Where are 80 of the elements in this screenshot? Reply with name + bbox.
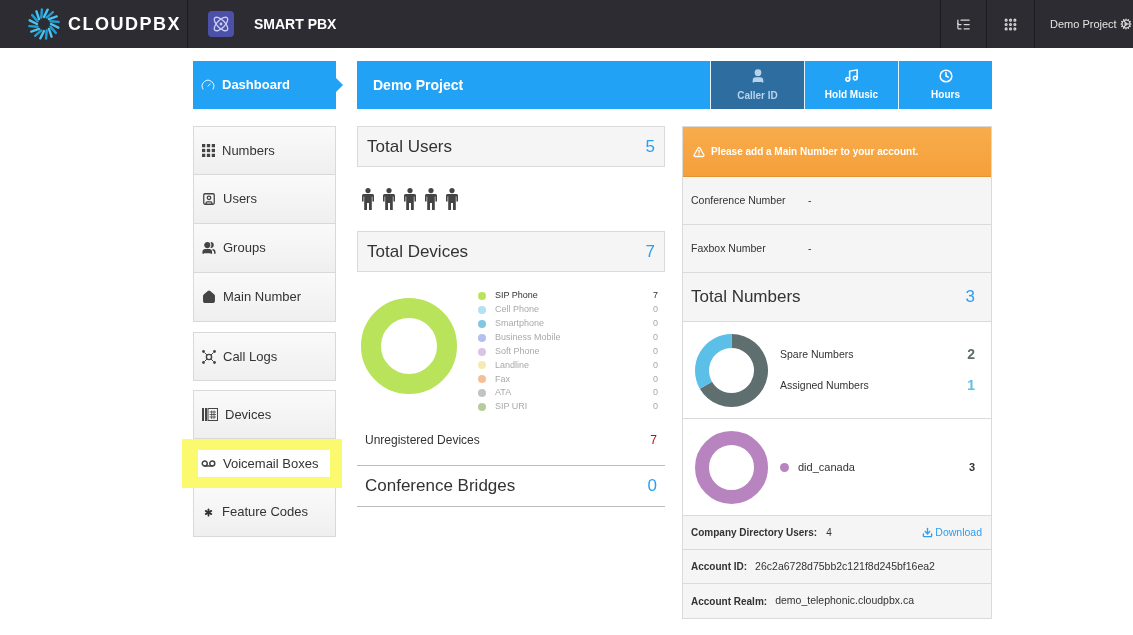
sidebar-item[interactable]: Call Logs [193, 332, 336, 381]
account-label: Account ID: [691, 560, 748, 574]
unregistered-label: Unregistered Devices [365, 431, 480, 449]
legend-label: SIP URI [495, 400, 529, 414]
stat-value: 7 [645, 240, 655, 263]
grid-dots-icon [1003, 16, 1018, 32]
people-icon [202, 241, 216, 255]
legend-label: Smartphone [495, 316, 546, 330]
legend-count: 0 [653, 372, 658, 386]
tree-list-icon [956, 16, 971, 32]
legend-label: SIP Phone [495, 289, 539, 303]
number-type-count: 3 [968, 459, 975, 475]
nodes-icon [202, 349, 216, 364]
person-figure-icon [425, 188, 437, 210]
person-figure-icon [446, 188, 458, 210]
person-figure-icon [404, 188, 416, 210]
number-type-label: did_canada [798, 459, 856, 475]
project-title: Demo Project [372, 75, 465, 95]
info-label: Conference Number [691, 192, 787, 208]
number-status-label: Assigned Numbers [780, 377, 869, 393]
legend-label: Cell Phone [495, 303, 541, 317]
download-icon [922, 527, 934, 538]
app-title: SMART PBX [254, 14, 337, 34]
sunburst-logo-icon [28, 8, 60, 40]
logo-text: CLOUDPBX [68, 12, 181, 36]
legend-label: Landline [495, 358, 531, 372]
legend-count: 0 [653, 344, 658, 358]
cog-icon [1119, 18, 1132, 30]
person-figure-icon [383, 188, 395, 210]
project-menu[interactable]: Demo Project [1034, 0, 1133, 48]
legend-label: Fax [495, 372, 511, 386]
asterisk-icon [202, 505, 215, 519]
directory-count: 4 [826, 526, 833, 540]
sidebar-item[interactable]: Numbers [193, 126, 336, 175]
stat-value: 0 [647, 475, 657, 498]
sidebar-item[interactable]: Users [193, 175, 336, 224]
unregistered-count: 7 [650, 431, 657, 449]
stat-value: 3 [965, 286, 975, 309]
account-value: demo_telephonic.cloudpbx.ca [775, 593, 915, 609]
sidebar-item[interactable]: Main Number [193, 273, 336, 322]
legend-count: 0 [653, 358, 658, 372]
info-label: Faxbox Number [691, 240, 767, 256]
legend-label: Business Mobile [495, 330, 562, 344]
number-status-label: Spare Numbers [780, 346, 854, 362]
legend-label: Soft Phone [495, 344, 541, 358]
legend-count: 0 [653, 316, 658, 330]
user-card-icon [202, 192, 216, 206]
legend-count: 0 [653, 303, 658, 317]
legend-count: 0 [653, 330, 658, 344]
fax-machine-icon [202, 408, 218, 421]
grid-icon [202, 144, 215, 157]
legend-label: ATA [495, 386, 513, 400]
legend-count: 0 [653, 400, 658, 414]
directory-label: Company Directory Users: [691, 526, 818, 540]
gauge-icon [201, 78, 215, 92]
stat-label: Total Users [367, 135, 453, 158]
header-tab[interactable]: Caller ID [710, 61, 804, 109]
number-status-count: 2 [967, 345, 975, 364]
person-figure-icon [362, 188, 374, 210]
clock-icon [938, 68, 953, 83]
alert-text: Please add a Main Number to your account. [711, 145, 919, 159]
music-note-icon [844, 68, 859, 83]
account-value: 26c2a6728d75bb2c121f8d245bf16ea2 [755, 558, 935, 574]
stat-label: Conference Bridges [365, 475, 516, 498]
stat-label: Total Numbers [691, 286, 801, 309]
sidebar-item[interactable]: Devices [193, 390, 336, 439]
atom-app-icon [208, 11, 234, 37]
stat-value: 5 [645, 135, 655, 158]
info-value: - [808, 192, 812, 208]
sidebar-item[interactable]: Feature Codes [193, 488, 336, 537]
sidebar-item[interactable]: Groups [193, 224, 336, 273]
account-label: Account Realm: [691, 594, 768, 609]
house-icon [202, 290, 216, 304]
legend-count: 0 [653, 386, 658, 400]
number-status-count: 1 [967, 376, 975, 395]
stat-label: Total Devices [367, 240, 469, 263]
legend-count: 7 [653, 289, 658, 303]
pointer-arrow-icon [336, 78, 343, 92]
warning-icon [693, 145, 705, 158]
info-value: - [808, 240, 812, 256]
